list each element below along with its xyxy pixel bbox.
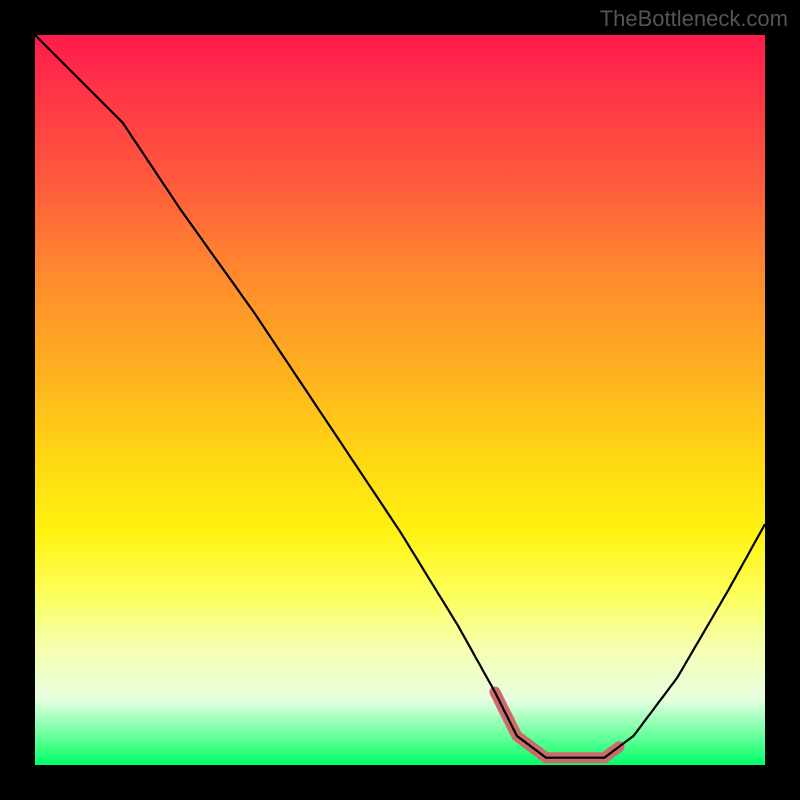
highlight-segment	[495, 692, 619, 758]
chart-svg	[35, 35, 765, 765]
watermark-text: TheBottleneck.com	[600, 6, 788, 32]
bottleneck-curve	[35, 35, 765, 758]
plot-area	[35, 35, 765, 765]
